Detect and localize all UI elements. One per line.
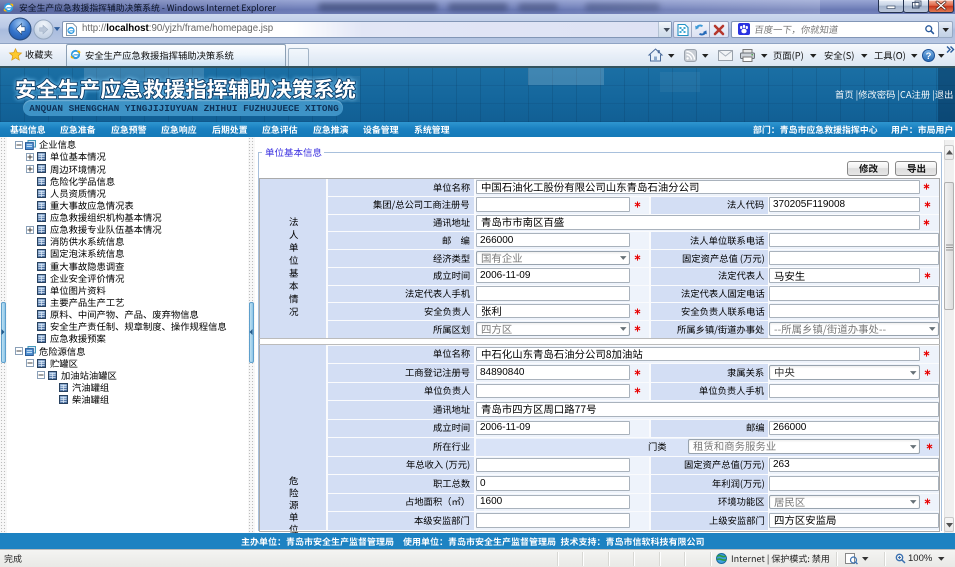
svg-text:?: ? [926,50,932,61]
